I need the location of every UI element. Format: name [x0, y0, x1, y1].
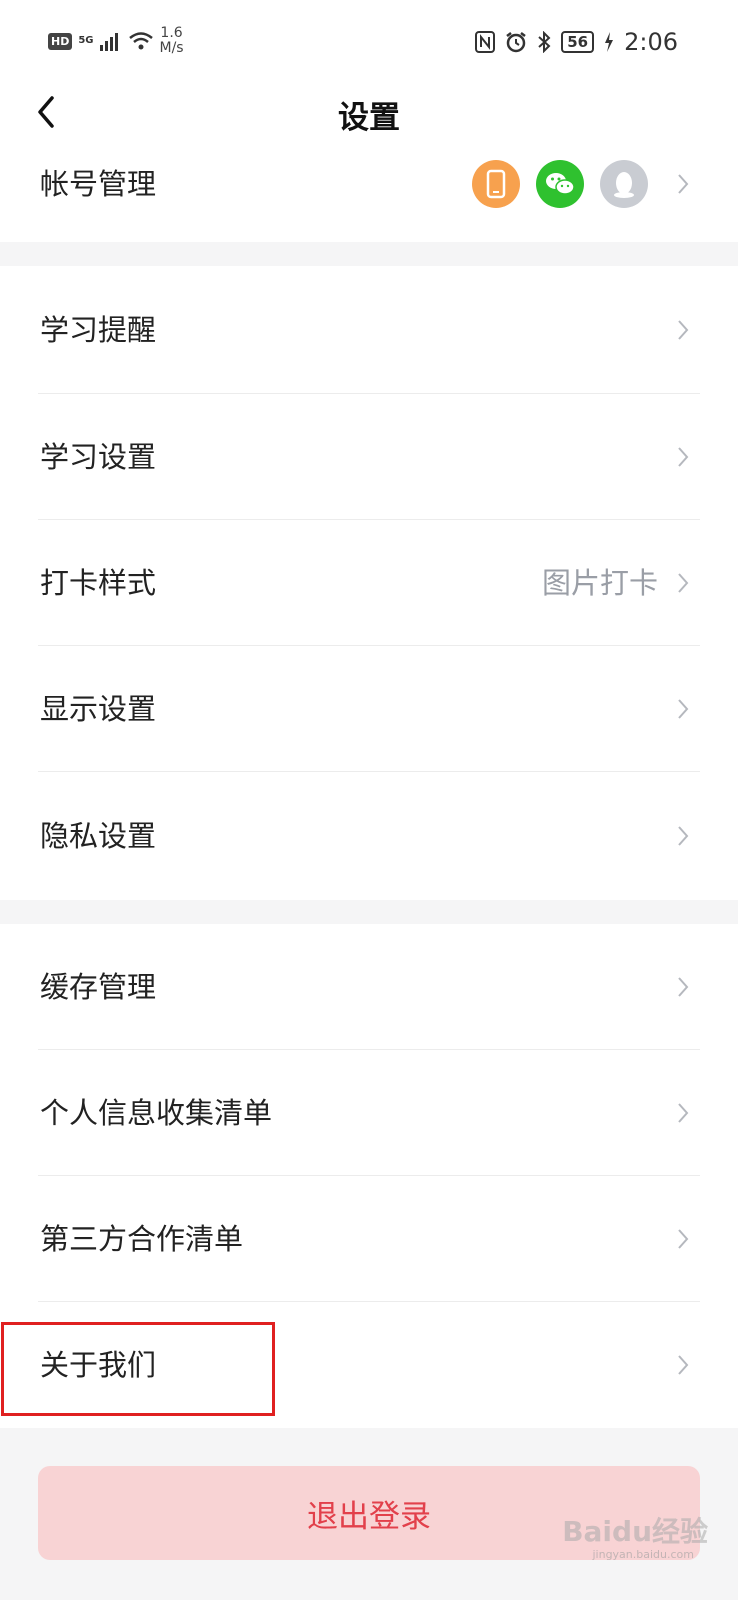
account-management-label: 帐号管理: [40, 167, 157, 201]
settings-row[interactable]: 第三方合作清单: [0, 1176, 738, 1302]
watermark-url: jingyan.baidu.com: [592, 1548, 694, 1561]
chevron-right-icon: [678, 1355, 689, 1375]
row-label: 个人信息收集清单: [40, 1096, 273, 1130]
settings-row[interactable]: 显示设置: [0, 646, 738, 772]
watermark: Baidu经验: [562, 1515, 708, 1548]
settings-row[interactable]: 学习提醒: [0, 266, 738, 394]
network-speed: 1.6 M/s: [160, 26, 184, 56]
row-label: 缓存管理: [40, 970, 157, 1004]
row-label: 学习设置: [40, 440, 157, 474]
nav-bar: 设置: [0, 80, 738, 152]
battery-level: 56: [561, 31, 595, 53]
network-type: 5G: [78, 35, 94, 46]
row-label: 打卡样式: [40, 566, 157, 600]
settings-row[interactable]: 学习设置: [0, 394, 738, 520]
speed-unit: M/s: [159, 40, 184, 56]
chevron-right-icon: [678, 977, 689, 997]
alarm-icon: [506, 32, 526, 53]
chevron-right-icon: [678, 1229, 689, 1249]
qq-icon: [600, 160, 648, 208]
chevron-right-icon: [678, 447, 689, 467]
bluetooth-icon: [538, 31, 551, 53]
status-bar: HD 5G 1.6 M/s 56 2:06: [0, 0, 738, 80]
settings-row[interactable]: 个人信息收集清单: [0, 1050, 738, 1176]
settings-section-1: 学习提醒 学习设置 打卡样式 图片打卡 显示设置 隐私设置: [0, 266, 738, 900]
settings-row[interactable]: 隐私设置: [0, 772, 738, 900]
hd-badge: HD: [48, 32, 73, 50]
row-label: 隐私设置: [40, 819, 157, 853]
settings-row[interactable]: 缓存管理: [0, 924, 738, 1050]
bound-accounts: [472, 160, 648, 208]
page-title: 设置: [338, 100, 400, 136]
nfc-icon: [475, 31, 496, 53]
status-right: 56 2:06: [475, 28, 678, 56]
row-label: 第三方合作清单: [40, 1222, 244, 1256]
chevron-right-icon: [678, 699, 689, 719]
wifi-icon: [128, 32, 153, 50]
clock: 2:06: [624, 28, 678, 56]
row-value: 图片打卡: [541, 566, 658, 600]
chevron-right-icon: [678, 174, 689, 194]
status-left: HD 5G 1.6 M/s: [48, 26, 184, 56]
phone-icon: [472, 160, 520, 208]
chevron-right-icon: [678, 320, 689, 340]
wechat-icon: [536, 160, 584, 208]
speed-value: 1.6: [160, 25, 183, 41]
highlight-box: [1, 1322, 275, 1416]
row-label: 显示设置: [40, 692, 157, 726]
row-label: 学习提醒: [40, 313, 157, 347]
chevron-right-icon: [678, 826, 689, 846]
account-section: 帐号管理: [0, 152, 738, 242]
signal-icon: [99, 33, 118, 51]
chevron-right-icon: [678, 1103, 689, 1123]
settings-row[interactable]: 打卡样式 图片打卡: [0, 520, 738, 646]
account-management-row[interactable]: 帐号管理: [0, 152, 738, 242]
charging-icon: [605, 32, 614, 52]
chevron-right-icon: [678, 573, 689, 593]
